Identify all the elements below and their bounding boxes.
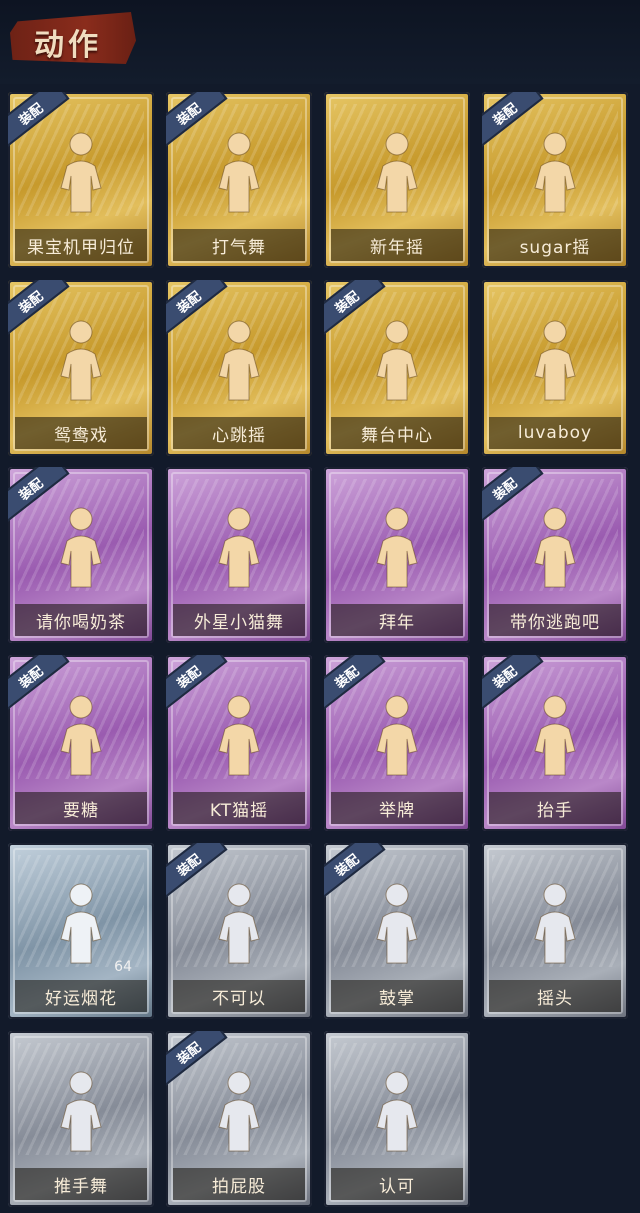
- action-name: 推手舞: [54, 1176, 108, 1197]
- action-name: sugar摇: [519, 237, 591, 258]
- action-card[interactable]: 装配 鸳鸯戏: [8, 280, 154, 456]
- action-card[interactable]: 装配 举牌: [324, 655, 470, 831]
- card-label-bar: 新年摇: [331, 229, 463, 261]
- dancer-figure-icon: [534, 132, 576, 213]
- action-card[interactable]: 装配 不可以: [166, 843, 312, 1019]
- action-card[interactable]: 装配 打气舞: [166, 92, 312, 268]
- card-label-bar: 认可: [331, 1168, 463, 1200]
- dancer-figure-icon: [534, 320, 576, 401]
- dancer-figure-icon: [218, 1071, 260, 1152]
- action-name: 鼓掌: [379, 988, 415, 1009]
- action-card[interactable]: 装配 果宝机甲归位: [8, 92, 154, 268]
- action-card[interactable]: 装配 请你喝奶茶: [8, 467, 154, 643]
- dancer-figure-icon: [376, 1071, 418, 1152]
- action-name: 新年摇: [370, 237, 424, 258]
- card-label-bar: 舞台中心: [331, 417, 463, 449]
- dancer-figure-icon: [376, 883, 418, 964]
- dancer-figure-icon: [376, 320, 418, 401]
- card-label-bar: 果宝机甲归位: [15, 229, 147, 261]
- action-card[interactable]: 外星小猫舞: [166, 467, 312, 643]
- dancer-figure-icon: [376, 132, 418, 213]
- action-card[interactable]: 装配 心跳摇: [166, 280, 312, 456]
- card-label-bar: 打气舞: [173, 229, 305, 261]
- action-card[interactable]: 64 好运烟花: [8, 843, 154, 1019]
- card-label-bar: 请你喝奶茶: [15, 604, 147, 636]
- dancer-figure-icon: [534, 507, 576, 588]
- action-card[interactable]: 认可: [324, 1031, 470, 1207]
- dancer-figure-icon: [60, 883, 102, 964]
- action-card[interactable]: 装配 sugar摇: [482, 92, 628, 268]
- action-card[interactable]: 装配 抬手: [482, 655, 628, 831]
- action-name: KT猫摇: [209, 800, 269, 821]
- action-name: 认可: [379, 1176, 415, 1197]
- dancer-figure-icon: [60, 695, 102, 776]
- action-card[interactable]: luvaboy: [482, 280, 628, 456]
- dancer-figure-icon: [60, 507, 102, 588]
- action-card[interactable]: 装配 鼓掌: [324, 843, 470, 1019]
- card-label-bar: sugar摇: [489, 229, 621, 261]
- card-label-bar: 摇头: [489, 980, 621, 1012]
- action-name: 果宝机甲归位: [27, 237, 135, 258]
- action-card[interactable]: 摇头: [482, 843, 628, 1019]
- action-name: 请你喝奶茶: [36, 612, 126, 633]
- action-name: 举牌: [379, 800, 415, 821]
- action-name: 鸳鸯戏: [54, 425, 108, 446]
- card-label-bar: 要糖: [15, 792, 147, 824]
- action-card[interactable]: 装配 舞台中心: [324, 280, 470, 456]
- card-label-bar: 好运烟花: [15, 980, 147, 1012]
- card-label-bar: 外星小猫舞: [173, 604, 305, 636]
- card-label-bar: KT猫摇: [173, 792, 305, 824]
- action-name: 心跳摇: [212, 425, 266, 446]
- action-card[interactable]: 推手舞: [8, 1031, 154, 1207]
- header-bar: 动作: [0, 0, 640, 84]
- dancer-figure-icon: [218, 132, 260, 213]
- card-label-bar: 举牌: [331, 792, 463, 824]
- action-card[interactable]: 装配 KT猫摇: [166, 655, 312, 831]
- action-name: 不可以: [212, 988, 266, 1009]
- action-name: 要糖: [63, 800, 99, 821]
- card-label-bar: 拍屁股: [173, 1168, 305, 1200]
- action-card[interactable]: 装配 带你逃跑吧: [482, 467, 628, 643]
- dancer-figure-icon: [218, 695, 260, 776]
- dancer-figure-icon: [60, 1071, 102, 1152]
- dancer-figure-icon: [534, 883, 576, 964]
- dancer-figure-icon: [218, 883, 260, 964]
- page-title: 动作: [34, 28, 102, 63]
- action-name: luvaboy: [517, 423, 593, 443]
- card-label-bar: 推手舞: [15, 1168, 147, 1200]
- card-label-bar: luvaboy: [489, 417, 621, 449]
- action-name: 外星小猫舞: [194, 612, 284, 633]
- action-card[interactable]: 装配 要糖: [8, 655, 154, 831]
- dancer-figure-icon: [376, 507, 418, 588]
- card-label-bar: 鼓掌: [331, 980, 463, 1012]
- action-name: 打气舞: [212, 237, 266, 258]
- dancer-figure-icon: [218, 507, 260, 588]
- dancer-figure-icon: [218, 320, 260, 401]
- card-label-bar: 不可以: [173, 980, 305, 1012]
- action-name: 抬手: [537, 800, 573, 821]
- action-card[interactable]: 新年摇: [324, 92, 470, 268]
- dancer-figure-icon: [534, 695, 576, 776]
- action-card[interactable]: 拜年: [324, 467, 470, 643]
- card-label-bar: 拜年: [331, 604, 463, 636]
- card-label-bar: 带你逃跑吧: [489, 604, 621, 636]
- action-name: 带你逃跑吧: [510, 612, 600, 633]
- action-name: 好运烟花: [45, 988, 117, 1009]
- card-label-bar: 抬手: [489, 792, 621, 824]
- action-card[interactable]: 装配 拍屁股: [166, 1031, 312, 1207]
- action-name: 舞台中心: [361, 425, 433, 446]
- action-name: 拜年: [379, 612, 415, 633]
- dancer-figure-icon: [60, 320, 102, 401]
- dancer-figure-icon: [376, 695, 418, 776]
- action-name: 拍屁股: [212, 1176, 266, 1197]
- item-count: 64: [114, 959, 132, 975]
- action-name: 摇头: [537, 988, 573, 1009]
- card-label-bar: 心跳摇: [173, 417, 305, 449]
- dancer-figure-icon: [60, 132, 102, 213]
- card-label-bar: 鸳鸯戏: [15, 417, 147, 449]
